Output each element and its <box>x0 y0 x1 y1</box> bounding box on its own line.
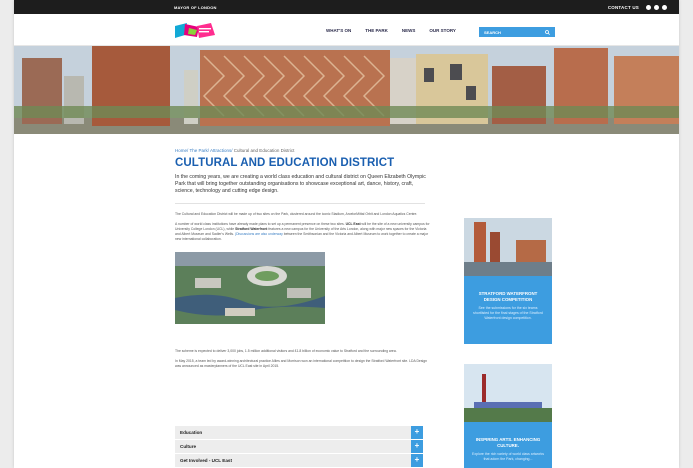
breadcrumb-attractions[interactable]: Attractions <box>210 148 231 153</box>
arts-culture-image <box>464 364 552 422</box>
top-bar: MAYOR OF LONDON CONTACT US <box>14 0 679 14</box>
card-text: See the submissions for the six teams sh… <box>473 306 543 321</box>
site-header: WHAT'S ON THE PARK NEWS OUR STORY SEARCH <box>14 14 679 46</box>
nav-news[interactable]: NEWS <box>402 28 416 33</box>
facebook-icon[interactable] <box>646 4 651 10</box>
twitter-icon[interactable] <box>654 4 659 10</box>
body-paragraph-1: The Cultural and Education District will… <box>175 211 418 216</box>
body-paragraph-2: A number of world class institutions hav… <box>175 221 430 242</box>
page-frame: MAYOR OF LONDON CONTACT US WHAT'S ON THE… <box>14 0 679 468</box>
instagram-icon[interactable] <box>662 4 667 10</box>
expand-plus-icon[interactable]: + <box>411 454 423 467</box>
park-logo[interactable] <box>175 23 215 39</box>
nav-the-park[interactable]: THE PARK <box>365 28 388 33</box>
card-title: STRATFORD WATERFRONT DESIGN COMPETITION <box>478 291 538 302</box>
accordion-education[interactable]: Education + <box>175 426 423 439</box>
body-paragraph-3: The scheme is expected to deliver 3,000 … <box>175 348 397 353</box>
body-paragraph-4: In May 2015, a team led by award-winning… <box>175 358 428 369</box>
nav-whats-on[interactable]: WHAT'S ON <box>326 28 351 33</box>
nav-our-story[interactable]: OUR STORY <box>429 28 456 33</box>
main-nav: WHAT'S ON THE PARK NEWS OUR STORY <box>326 28 456 33</box>
search-icon[interactable] <box>545 29 550 35</box>
stratford-waterfront-image <box>464 218 552 276</box>
accordion-get-involved[interactable]: Get Involved - UCL East + <box>175 454 423 467</box>
breadcrumb-home[interactable]: Home <box>175 148 187 153</box>
expand-plus-icon[interactable]: + <box>411 426 423 439</box>
aerial-park-image <box>175 251 325 324</box>
divider <box>175 202 425 204</box>
promo-card-stratford-waterfront[interactable]: STRATFORD WATERFRONT DESIGN COMPETITION … <box>464 218 552 344</box>
breadcrumb-current: Cultural and Education District <box>233 148 295 153</box>
mayor-of-london-link[interactable]: MAYOR OF LONDON <box>174 5 217 10</box>
breadcrumb-the-park[interactable]: The Park <box>189 148 207 153</box>
card-title: INSPIRING ARTS. ENHANCING CULTURE. <box>475 437 541 448</box>
breadcrumb: Home/ The Park/ Attractions/ Cultural an… <box>175 148 295 153</box>
search-input[interactable]: SEARCH <box>479 27 555 37</box>
hero-banner-image <box>14 46 679 134</box>
accordion-culture[interactable]: Culture + <box>175 440 423 453</box>
expand-plus-icon[interactable]: + <box>411 440 423 453</box>
promo-card-inspiring-arts[interactable]: INSPIRING ARTS. ENHANCING CULTURE. Explo… <box>464 364 552 468</box>
card-text: Explore the rich variety of world class … <box>472 452 544 462</box>
discussions-link[interactable]: (Discussions are also underway <box>235 232 283 236</box>
page-title: CULTURAL AND EDUCATION DISTRICT <box>175 157 395 169</box>
intro-text: In the coming years, we are creating a w… <box>175 174 426 195</box>
contact-us-link[interactable]: CONTACT US <box>608 5 639 10</box>
